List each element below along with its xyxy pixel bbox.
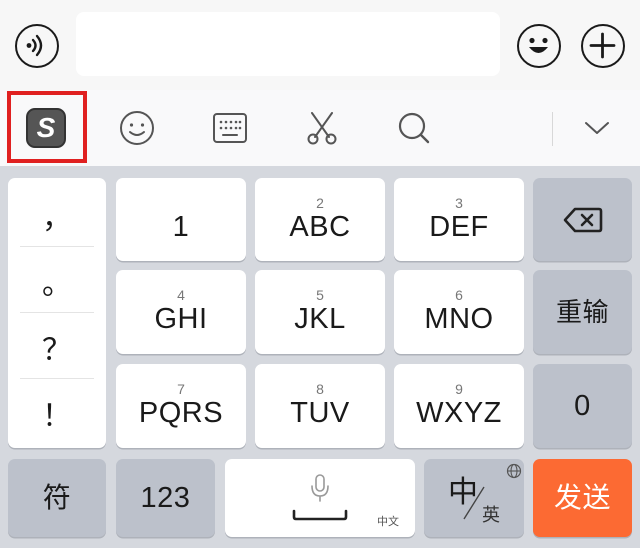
lang-en-label: 英: [482, 505, 500, 525]
plus-icon[interactable]: [581, 24, 625, 68]
symbol-divider: [20, 312, 94, 313]
logo-letter: S: [36, 112, 56, 143]
backspace-icon: [563, 207, 602, 232]
key-label: WXYZ: [416, 397, 502, 429]
key-wxyz[interactable]: 9 WXYZ: [394, 364, 524, 448]
chevron-down-icon[interactable]: [572, 90, 622, 166]
numeric-label: 123: [140, 482, 191, 514]
key-label: PQRS: [138, 397, 224, 429]
symbol-button[interactable]: 符: [8, 459, 106, 537]
toolbar-divider: [552, 112, 553, 146]
key-number: 3: [455, 194, 463, 211]
key-label: MNO: [424, 303, 494, 335]
symbol-comma[interactable]: ，: [8, 182, 106, 248]
space-button[interactable]: 中文: [225, 459, 415, 537]
key-number: 8: [316, 381, 324, 397]
highlight-frame: S: [7, 91, 87, 163]
sogou-logo-icon[interactable]: S: [26, 108, 66, 148]
key-number: 5: [316, 287, 324, 303]
key-number: 7: [177, 381, 185, 397]
delete-button[interactable]: [533, 178, 632, 261]
key-label: GHI: [154, 303, 208, 335]
key-pqrs[interactable]: 7 PQRS: [116, 364, 246, 448]
space-hint: 中文: [377, 516, 399, 528]
key-tuv[interactable]: 8 TUV: [255, 364, 385, 448]
key-1[interactable]: 1: [116, 178, 246, 261]
key-number: 2: [316, 194, 324, 211]
symbol-label: 符: [42, 482, 72, 513]
numeric-button[interactable]: 123: [116, 459, 215, 537]
language-switch-button[interactable]: 中 英: [424, 459, 524, 537]
symbol-divider: [20, 246, 94, 247]
keyboard-icon[interactable]: [205, 90, 255, 166]
message-input[interactable]: [76, 12, 500, 76]
search-icon[interactable]: [389, 90, 439, 166]
key-number: 6: [455, 287, 463, 303]
key-mno[interactable]: 6 MNO: [394, 270, 524, 354]
key-number: 4: [177, 287, 185, 303]
key-label: 0: [574, 390, 591, 422]
send-label: 发送: [553, 482, 611, 513]
key-label: JKL: [294, 303, 346, 335]
emoji-icon[interactable]: [517, 24, 561, 68]
globe-icon: [506, 463, 522, 479]
key-label: TUV: [290, 397, 350, 429]
key-ghi[interactable]: 4 GHI: [116, 270, 246, 354]
voice-icon[interactable]: [15, 24, 59, 68]
key-jkl[interactable]: 5 JKL: [255, 270, 385, 354]
microphone-icon: [311, 474, 329, 502]
symbol-period[interactable]: 。: [8, 248, 106, 314]
symbol-divider: [20, 378, 94, 379]
input-bar: [0, 0, 640, 90]
key-label: 1: [172, 210, 190, 243]
key-label: ABC: [289, 210, 351, 243]
symbol-question[interactable]: ？: [8, 314, 106, 380]
key-0[interactable]: 0: [533, 364, 632, 448]
key-number: 9: [455, 381, 463, 397]
scissors-icon[interactable]: [297, 90, 347, 166]
space-bar-icon: [292, 509, 348, 521]
send-button[interactable]: 发送: [533, 459, 632, 537]
key-def[interactable]: 3 DEF: [394, 178, 524, 261]
key-abc[interactable]: 2 ABC: [255, 178, 385, 261]
retype-label: 重输: [555, 297, 609, 327]
retype-button[interactable]: 重输: [533, 270, 632, 354]
key-label: DEF: [429, 210, 489, 243]
symbol-exclamation[interactable]: ！: [8, 380, 106, 446]
ime-toolbar: S: [0, 90, 640, 166]
smiley-icon[interactable]: [112, 90, 162, 166]
symbol-panel[interactable]: ， 。 ？ ！: [8, 178, 106, 448]
